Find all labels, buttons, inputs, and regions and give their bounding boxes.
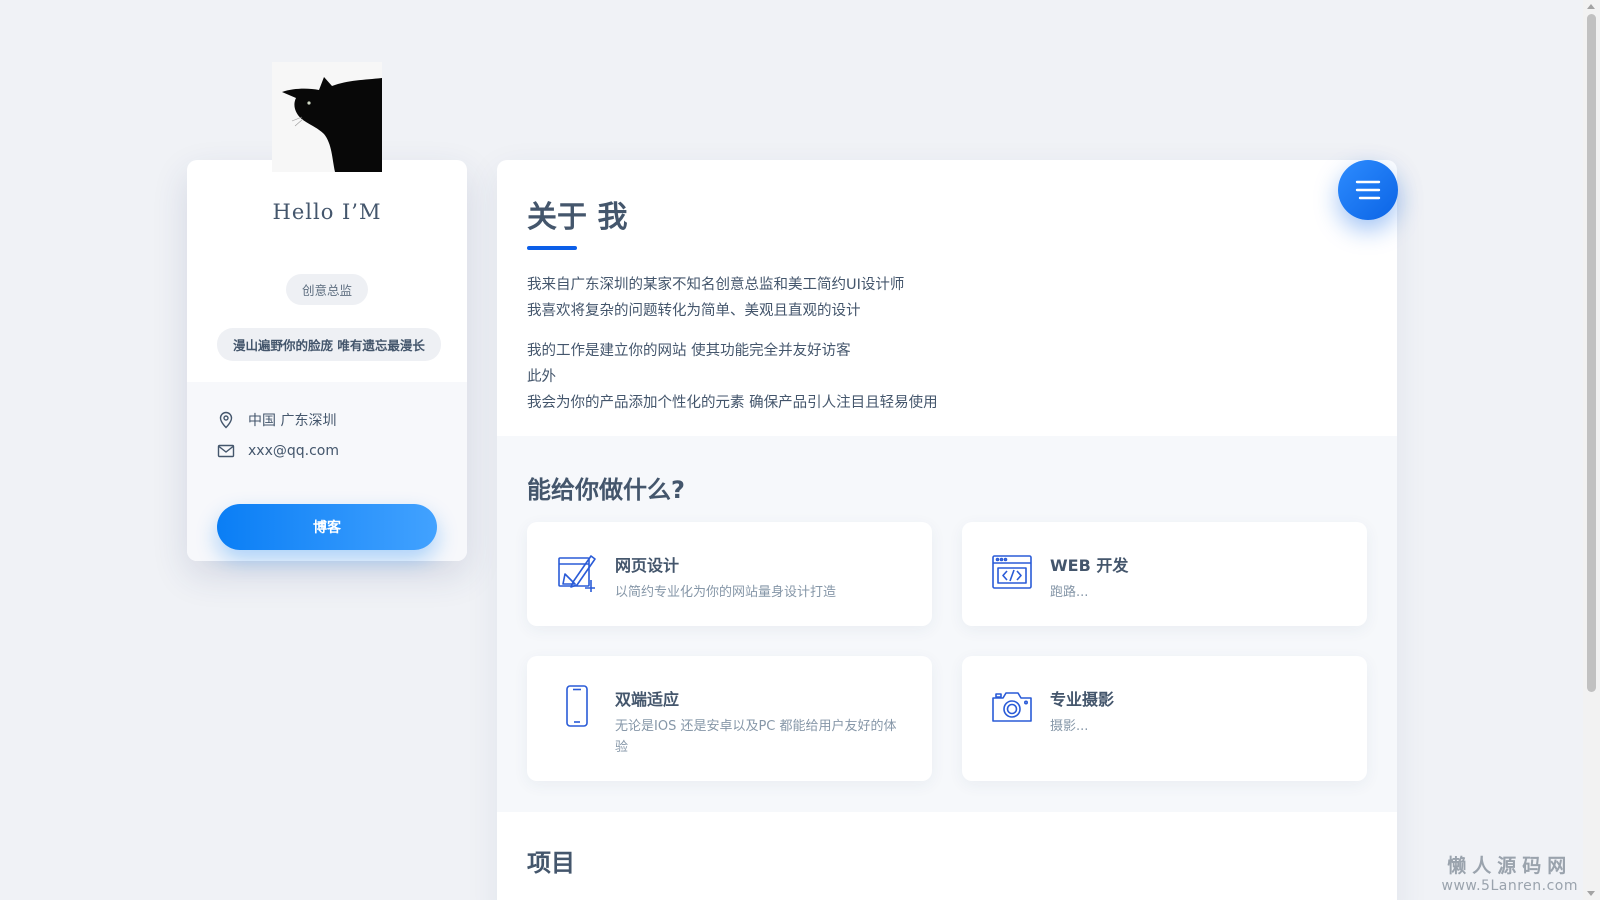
location-text: 中国 广东深圳 <box>248 413 337 429</box>
design-pencil-icon <box>555 550 599 594</box>
motto-badge: 漫山遍野你的脸庞 唯有遗忘最漫长 <box>217 328 441 361</box>
service-card-responsive[interactable]: 双端适应 无论是IOS 还是安卓以及PC 都能给用户友好的体验 <box>527 656 932 781</box>
vertical-scrollbar[interactable] <box>1583 0 1600 900</box>
smartphone-icon <box>555 684 599 728</box>
profile-card: Hello I’M 创意总监 漫山遍野你的脸庞 唯有遗忘最漫长 中国 广东深圳 … <box>187 62 467 561</box>
service-card-web-design[interactable]: 网页设计 以简约专业化为你的网站量身设计打造 <box>527 522 932 626</box>
service-desc: 摄影... <box>1050 719 1089 734</box>
watermark: 懒人源码网 www.5Lanren.com <box>1442 851 1578 894</box>
service-card-photography[interactable]: 专业摄影 摄影... <box>962 656 1367 781</box>
avatar <box>272 62 382 172</box>
scroll-down-arrow-icon[interactable] <box>1587 891 1595 896</box>
menu-button[interactable] <box>1338 160 1398 220</box>
email-text[interactable]: xxx@qq.com <box>248 443 339 459</box>
about-line: 我喜欢将复杂的问题转化为简单、美观且直观的设计 <box>527 303 861 319</box>
about-line: 我的工作是建立你的网站 使其功能完全并友好访客 <box>527 343 851 359</box>
service-title: WEB 开发 <box>1050 556 1129 575</box>
scroll-up-arrow-icon[interactable] <box>1587 4 1595 9</box>
black-cat-avatar-image <box>272 62 382 172</box>
about-line: 我会为你的产品添加个性化的元素 确保产品引人注目且轻易使用 <box>527 395 938 411</box>
location-pin-icon <box>217 411 235 429</box>
code-window-icon <box>990 550 1034 594</box>
scrollbar-thumb[interactable] <box>1587 14 1596 692</box>
about-section: 关于 我 我来自广东深圳的某家不知名创意总监和美工简约UI设计师 我喜欢将复杂的… <box>527 192 1367 430</box>
service-desc: 无论是IOS 还是安卓以及PC 都能给用户友好的体验 <box>615 719 897 755</box>
about-text: 我来自广东深圳的某家不知名创意总监和美工简约UI设计师 我喜欢将复杂的问题转化为… <box>527 272 1367 416</box>
camera-icon <box>990 684 1034 728</box>
location-row: 中国 广东深圳 <box>217 410 336 430</box>
main-content-card: 关于 我 我来自广东深圳的某家不知名创意总监和美工简约UI设计师 我喜欢将复杂的… <box>497 160 1397 900</box>
projects-title: 项目 <box>527 849 575 877</box>
title-underline <box>527 246 577 250</box>
watermark-url: www.5Lanren.com <box>1441 878 1578 894</box>
service-title: 双端适应 <box>615 690 680 709</box>
service-desc: 跑路... <box>1050 585 1089 600</box>
services-title: 能给你做什么? <box>527 476 685 504</box>
mail-icon <box>217 442 235 460</box>
service-card-web-dev[interactable]: WEB 开发 跑路... <box>962 522 1367 626</box>
greeting-text: Hello I’M <box>272 200 382 224</box>
about-line: 我来自广东深圳的某家不知名创意总监和美工简约UI设计师 <box>527 277 905 293</box>
about-line: 此外 <box>527 369 556 385</box>
watermark-main: 懒人源码网 <box>1447 855 1573 877</box>
about-title: 关于 我 <box>527 200 628 235</box>
service-title: 专业摄影 <box>1050 690 1115 709</box>
blog-button[interactable]: 博客 <box>217 504 437 550</box>
service-title: 网页设计 <box>615 556 680 575</box>
about-paragraph-2: 我的工作是建立你的网站 使其功能完全并友好访客 此外 我会为你的产品添加个性化的… <box>527 338 1367 416</box>
contact-section: 中国 广东深圳 xxx@qq.com 博客 <box>187 382 467 561</box>
role-badge: 创意总监 <box>285 274 369 305</box>
service-desc: 以简约专业化为你的网站量身设计打造 <box>615 585 837 600</box>
email-row: xxx@qq.com <box>217 442 339 460</box>
services-section: 能给你做什么? 网页设计 以简约专业化为你的网站量身设计打造 WEB 开发 跑路… <box>497 436 1397 812</box>
about-paragraph-1: 我来自广东深圳的某家不知名创意总监和美工简约UI设计师 我喜欢将复杂的问题转化为… <box>527 272 1367 324</box>
hamburger-menu-icon <box>1355 180 1381 200</box>
